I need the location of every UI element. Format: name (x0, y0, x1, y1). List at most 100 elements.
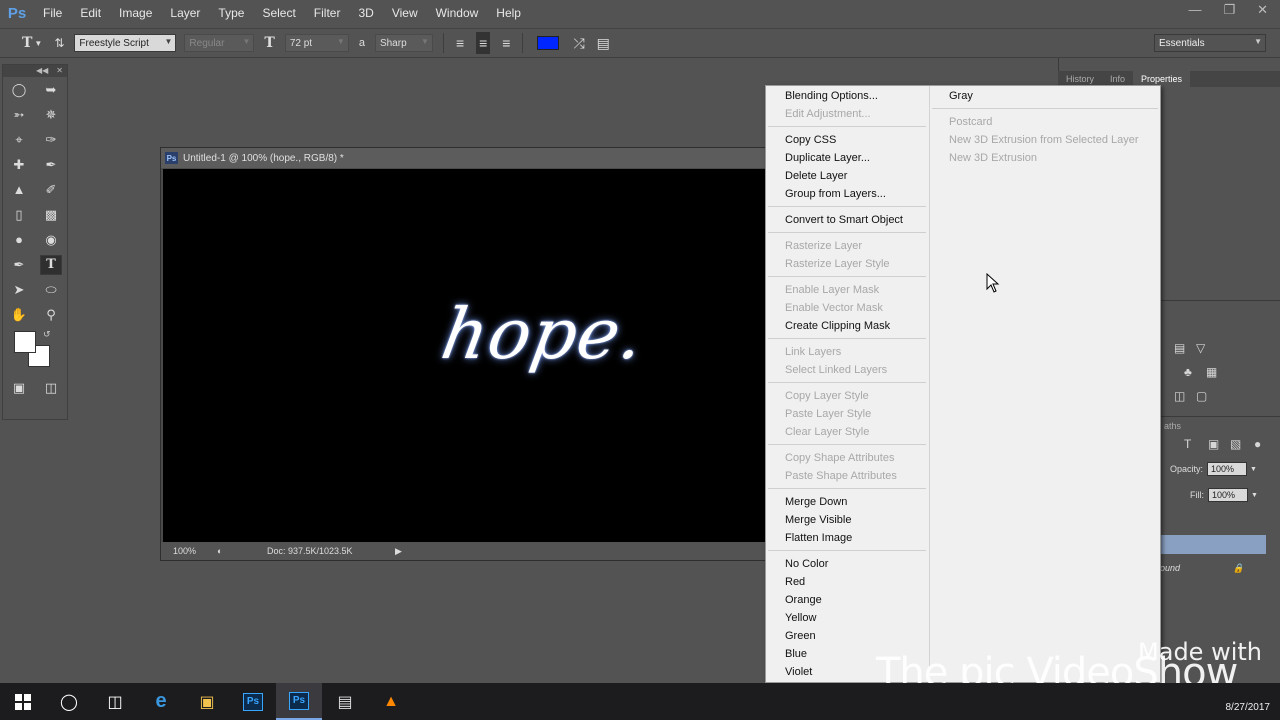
clone-stamp-tool-icon[interactable]: ▲ (8, 180, 30, 200)
menu-item-color-green[interactable]: Green (785, 627, 816, 645)
menu-filter[interactable]: Filter (305, 0, 350, 26)
menu-item-color-none[interactable]: No Color (785, 555, 828, 573)
warp-text-icon[interactable]: ⤮ (573, 32, 584, 54)
opacity-input[interactable]: 100% (1207, 462, 1248, 476)
taskbar-clock-date[interactable]: 8/27/2017 (1226, 702, 1271, 713)
eyedropper-tool-icon[interactable]: ✑ (40, 130, 62, 150)
foreground-color-swatch[interactable] (14, 331, 36, 353)
dodge-tool-icon[interactable]: ◉ (40, 230, 62, 250)
magic-wand-tool-icon[interactable]: ✵ (40, 105, 62, 125)
swap-colors-icon[interactable]: ↺ (43, 329, 51, 340)
menu-item-merge-visible[interactable]: Merge Visible (785, 511, 851, 529)
filter-toggle-icon[interactable]: ● (1254, 437, 1261, 451)
fill-input[interactable]: 100% (1208, 488, 1248, 502)
document-tab[interactable]: Ps Untitled-1 @ 100% (hope., RGB/8) * (161, 148, 779, 168)
menu-window[interactable]: Window (427, 0, 488, 26)
eraser-tool-icon[interactable]: ▯ (8, 205, 30, 225)
menu-item-color-violet[interactable]: Violet (785, 663, 812, 681)
move-tool-icon[interactable]: ➥ (40, 80, 62, 100)
type-tool-preset-icon[interactable]: T (22, 32, 32, 54)
align-left-icon[interactable]: ≡ (456, 32, 464, 54)
menu-help[interactable]: Help (487, 0, 530, 26)
gradient-tool-icon[interactable]: ▩ (40, 205, 62, 225)
menu-item-merge-down[interactable]: Merge Down (785, 493, 847, 511)
hand-tool-icon[interactable]: ✋ (8, 305, 30, 325)
text-color-swatch[interactable] (537, 36, 560, 50)
menu-item-duplicate-layer[interactable]: Duplicate Layer... (785, 149, 870, 167)
path-selection-tool-icon[interactable]: ➤ (8, 280, 30, 300)
menu-item-delete-layer[interactable]: Delete Layer (785, 167, 847, 185)
tab-paths[interactable]: aths (1164, 421, 1181, 431)
font-family-select[interactable]: Freestyle Script ▼ (74, 34, 177, 52)
close-icon[interactable]: ✕ (1257, 2, 1268, 18)
brush-tool-icon[interactable]: ✒ (40, 155, 62, 175)
canvas[interactable]: hope. (163, 169, 767, 543)
zoom-tool-icon[interactable]: ⚲ (40, 305, 62, 325)
windows-start-icon[interactable] (0, 683, 46, 720)
levels-icon[interactable]: ▤ (1174, 341, 1185, 355)
background-layer-row[interactable]: ound 🔒 (1160, 560, 1270, 576)
align-right-icon[interactable]: ≡ (502, 32, 510, 54)
file-explorer-icon[interactable]: ▣ (184, 683, 230, 720)
zoom-level[interactable]: 100% (173, 546, 213, 556)
character-panel-icon[interactable]: ▤ (597, 32, 610, 54)
menu-item-convert-smart-object[interactable]: Convert to Smart Object (785, 211, 903, 229)
menu-item-blending-options[interactable]: Blending Options... (785, 87, 878, 105)
menu-layer[interactable]: Layer (161, 0, 209, 26)
menu-view[interactable]: View (383, 0, 427, 26)
menu-item-color-blue[interactable]: Blue (785, 645, 807, 663)
gradient-map-icon[interactable]: ▽ (1196, 341, 1205, 355)
vlc-player-icon[interactable]: ▲ (368, 683, 414, 720)
crop-tool-icon[interactable]: ⌖ (8, 130, 30, 150)
antialias-select[interactable]: Sharp ▼ (374, 34, 433, 52)
workspace-select[interactable]: Essentials ▼ (1154, 34, 1266, 52)
menu-item-group-from-layers[interactable]: Group from Layers... (785, 185, 886, 203)
selective-color-icon[interactable]: ▢ (1196, 389, 1207, 403)
menu-item-color-yellow[interactable]: Yellow (785, 609, 816, 627)
menu-item-color-orange[interactable]: Orange (785, 591, 822, 609)
cortana-search-icon[interactable]: ◯ (46, 683, 92, 720)
filter-shape-icon[interactable]: ▣ (1208, 437, 1219, 451)
photo-filter-icon[interactable]: ◫ (1174, 389, 1185, 403)
collapse-icon[interactable]: ◀◀ (36, 65, 48, 77)
restore-icon[interactable]: ❐ (1223, 2, 1235, 18)
menu-type[interactable]: Type (209, 0, 253, 26)
close-icon[interactable]: ✕ (56, 65, 63, 77)
minimize-icon[interactable]: — (1188, 2, 1201, 18)
align-center-icon[interactable]: ≡ (476, 32, 491, 54)
photoshop-taskbar-icon[interactable]: Ps (230, 683, 276, 720)
menu-3d[interactable]: 3D (349, 0, 382, 26)
blur-tool-icon[interactable]: ● (8, 230, 30, 250)
play-arrow-icon[interactable]: ▶ (395, 546, 402, 557)
menu-edit[interactable]: Edit (71, 0, 110, 26)
channel-mixer-icon[interactable]: ▦ (1206, 365, 1217, 379)
lasso-tool-icon[interactable]: ➳ (8, 105, 30, 125)
menu-image[interactable]: Image (110, 0, 161, 26)
status-options-icon[interactable]: ◐ (217, 546, 237, 556)
media-app-icon[interactable]: ▤ (322, 683, 368, 720)
ellipse-tool-icon[interactable]: ⬭ (40, 280, 62, 300)
type-tool-icon[interactable]: T (40, 254, 62, 275)
filter-smart-icon[interactable]: ▧ (1230, 437, 1241, 451)
menu-file[interactable]: File (34, 0, 71, 26)
chevron-down-icon[interactable]: ▼ (1251, 492, 1258, 499)
selected-layer-row[interactable] (1160, 535, 1266, 554)
history-brush-tool-icon[interactable]: ✐ (40, 180, 62, 200)
quick-mask-icon[interactable]: ▣ (8, 378, 30, 398)
pen-tool-icon[interactable]: ✒ (8, 255, 30, 275)
text-orientation-icon[interactable]: ⇅ (54, 32, 64, 54)
font-style-select[interactable]: Regular ▼ (184, 34, 255, 52)
photoshop-active-taskbar-icon[interactable]: Ps (276, 683, 322, 720)
menu-item-flatten-image[interactable]: Flatten Image (785, 529, 852, 547)
chevron-down-icon[interactable]: ▼ (1250, 466, 1257, 473)
menu-item-color-red[interactable]: Red (785, 573, 805, 591)
color-balance-icon[interactable]: ♣ (1184, 365, 1192, 379)
menu-select[interactable]: Select (253, 0, 304, 26)
menu-item-color-gray[interactable]: Gray (949, 87, 973, 105)
task-view-icon[interactable]: ◫ (92, 683, 138, 720)
font-size-select[interactable]: 72 pt ▼ (284, 34, 349, 52)
screen-mode-icon[interactable]: ◫ (40, 378, 62, 398)
chevron-down-icon[interactable]: ▼ (34, 32, 42, 54)
menu-item-copy-css[interactable]: Copy CSS (785, 131, 836, 149)
filter-type-icon[interactable]: T (1184, 437, 1191, 451)
